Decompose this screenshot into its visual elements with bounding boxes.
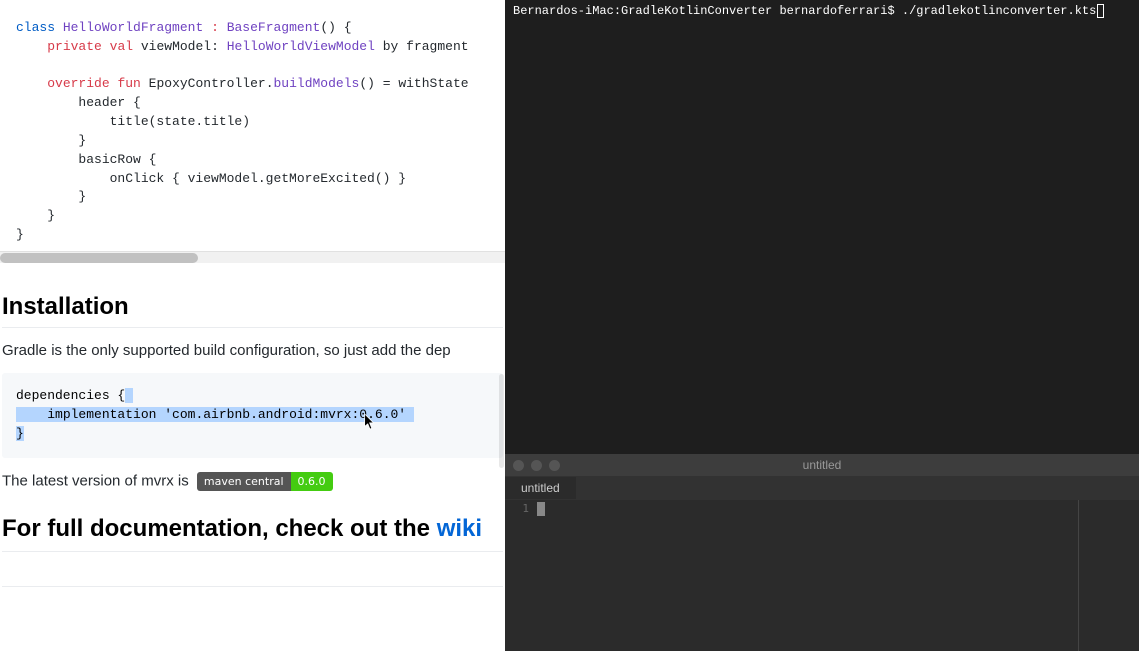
maximize-button[interactable] xyxy=(549,460,560,471)
keyword-class: class xyxy=(16,20,55,35)
keyword-private: private xyxy=(47,39,102,54)
editor-body[interactable] xyxy=(535,500,1139,651)
scrollbar-thumb[interactable] xyxy=(0,253,198,263)
code-text: by fragment xyxy=(383,39,469,54)
close-button[interactable] xyxy=(513,460,524,471)
keyword-val: val xyxy=(110,39,133,54)
editor-content[interactable]: 1 xyxy=(505,500,1139,651)
type-ref: HelloWorldViewModel xyxy=(227,39,375,54)
receiver: EpoxyController. xyxy=(149,76,274,91)
code-line: onClick { viewModel.getMoreExcited() } xyxy=(16,171,406,186)
code-text: () = withState xyxy=(359,76,468,91)
code-line: basicRow { xyxy=(16,152,156,167)
minimize-button[interactable] xyxy=(531,460,542,471)
var-name: viewModel: xyxy=(141,39,219,54)
dependencies-code-block[interactable]: dependencies { implementation 'com.airbn… xyxy=(2,373,503,458)
window-title: untitled xyxy=(803,458,842,472)
selected-text-end: } xyxy=(16,426,24,441)
code-line: header { xyxy=(16,95,141,110)
code-line: } xyxy=(16,133,86,148)
dep-line-1: dependencies { xyxy=(16,388,125,403)
colon: : xyxy=(211,20,219,35)
mouse-cursor-icon xyxy=(364,414,376,430)
editor-cursor-icon xyxy=(537,502,545,516)
right-panel: Bernardos-iMac:GradleKotlinConverter ber… xyxy=(505,0,1139,651)
keyword-fun: fun xyxy=(117,76,140,91)
vertical-scroll-hint[interactable] xyxy=(499,374,504,468)
installation-description: Gradle is the only supported build confi… xyxy=(2,342,503,359)
badge-version: 0.6.0 xyxy=(291,472,333,491)
text-editor-window: untitled untitled 1 xyxy=(505,454,1139,651)
line-number: 1 xyxy=(511,502,529,515)
kotlin-code-block: class HelloWorldFragment : BaseFragment(… xyxy=(0,0,505,251)
editor-titlebar[interactable]: untitled xyxy=(505,454,1139,476)
selected-text: implementation 'com.airbnb.android:mvrx:… xyxy=(16,407,414,422)
code-line: } xyxy=(16,189,86,204)
editor-tab[interactable]: untitled xyxy=(505,477,576,499)
window-controls xyxy=(513,460,560,471)
terminal-prompt: Bernardos-iMac:GradleKotlinConverter ber… xyxy=(513,4,1096,18)
editor-tabs: untitled xyxy=(505,476,1139,500)
documentation-panel: class HelloWorldFragment : BaseFragment(… xyxy=(0,0,505,651)
terminal-window[interactable]: Bernardos-iMac:GradleKotlinConverter ber… xyxy=(505,0,1139,454)
section-divider xyxy=(2,586,503,587)
terminal-cursor-icon xyxy=(1097,4,1104,18)
code-text: () { xyxy=(320,20,351,35)
wiki-link[interactable]: wiki xyxy=(437,515,482,542)
base-class: BaseFragment xyxy=(227,20,321,35)
keyword-override: override xyxy=(47,76,109,91)
selection-start xyxy=(125,388,133,403)
latest-version-text: The latest version of mvrx is maven cent… xyxy=(2,472,503,491)
badge-label: maven central xyxy=(197,472,291,491)
line-number-gutter: 1 xyxy=(505,500,535,651)
horizontal-scrollbar[interactable] xyxy=(0,251,505,263)
method-name: buildModels xyxy=(274,76,360,91)
documentation-heading: For full documentation, check out the wi… xyxy=(2,515,503,552)
maven-badge[interactable]: maven central0.6.0 xyxy=(197,472,333,491)
installation-heading: Installation xyxy=(2,293,503,328)
editor-margin-line xyxy=(1078,500,1079,651)
code-line: title(state.title) xyxy=(16,114,250,129)
code-line: } xyxy=(16,208,55,223)
class-name: HelloWorldFragment xyxy=(63,20,203,35)
code-line: } xyxy=(16,227,24,242)
